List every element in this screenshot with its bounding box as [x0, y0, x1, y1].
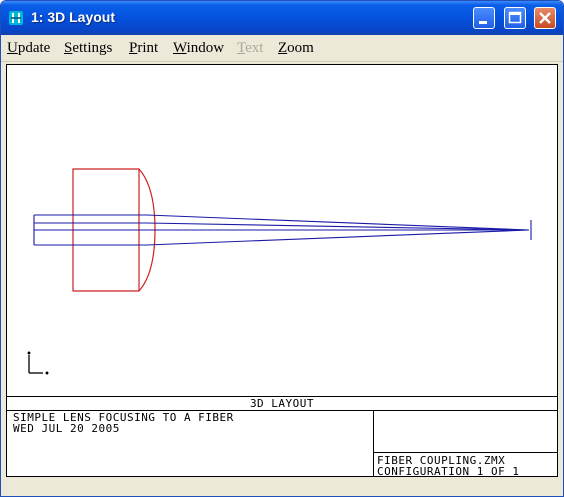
layout-window: 1: 3D Layout Update Settings Print Windo… [0, 0, 564, 497]
drawing-caption: 3D LAYOUT [7, 396, 557, 411]
menu-zoom[interactable]: Zoom [278, 40, 314, 57]
status-bar [1, 479, 563, 496]
title-bar[interactable]: 1: 3D Layout [1, 1, 563, 35]
app-icon[interactable] [8, 10, 24, 26]
menu-update[interactable]: Update [7, 40, 50, 57]
menu-print[interactable]: Print [129, 40, 158, 57]
title-block-divider-horizontal [373, 452, 557, 453]
ray-bottom-refracted [146, 229, 530, 246]
maximize-button[interactable] [504, 7, 526, 29]
menu-settings[interactable]: Settings [64, 40, 112, 57]
configuration-text: CONFIGURATION 1 OF 1 [377, 465, 520, 478]
close-icon [539, 12, 551, 24]
menu-bar: Update Settings Print Window Text Zoom [1, 35, 563, 62]
axis-marker [27, 351, 49, 375]
menu-text: Text [237, 40, 264, 56]
ray-bundle [33, 214, 532, 246]
window-title: 1: 3D Layout [31, 9, 116, 25]
maximize-icon [508, 11, 522, 24]
minimize-icon [479, 21, 487, 24]
layout-canvas[interactable]: 3D LAYOUT SIMPLE LENS FOCUSING TO A FIBE… [6, 64, 558, 478]
date-text: WED JUL 20 2005 [13, 422, 120, 435]
ray-upper-inner-refracted [146, 222, 530, 231]
title-block-divider [373, 410, 374, 476]
menu-window[interactable]: Window [173, 40, 224, 57]
minimize-button[interactable] [473, 7, 495, 29]
close-button[interactable] [534, 7, 556, 29]
ray-top-refracted [146, 214, 530, 231]
